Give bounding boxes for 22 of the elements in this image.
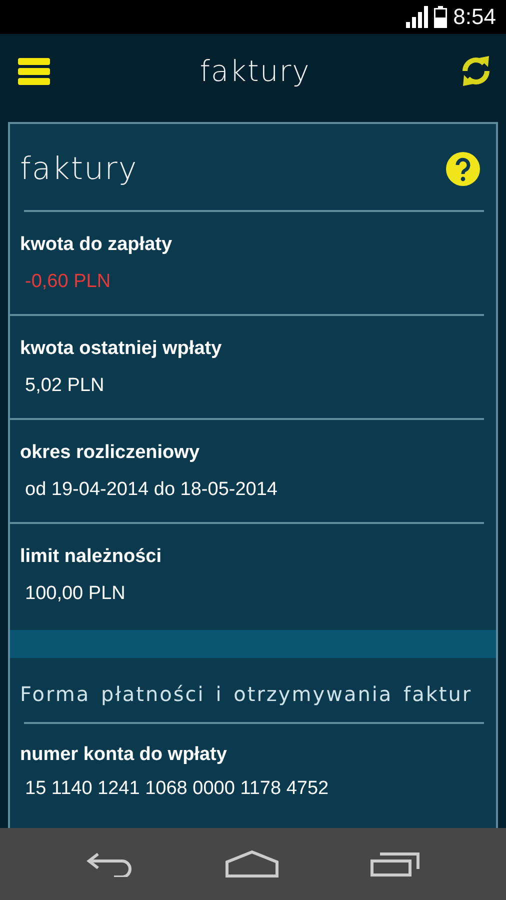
section-title: Forma płatności i otrzymywania faktur <box>19 681 474 708</box>
recent-apps-icon[interactable] <box>370 851 420 877</box>
card-title: faktury <box>20 151 138 187</box>
field-label: numer konta do wpłaty <box>20 744 228 766</box>
home-icon[interactable] <box>224 850 279 878</box>
app-title: faktury <box>200 54 310 88</box>
field-value: -0,60 PLN <box>24 271 112 293</box>
battery-icon <box>434 6 448 28</box>
back-icon[interactable] <box>86 851 134 877</box>
clock: 8:54 <box>453 4 496 30</box>
field-value: od 19-04-2014 do 18-05-2014 <box>24 479 278 501</box>
signal-icon <box>406 6 428 28</box>
field-label: kwota ostatniej wpłaty <box>20 338 223 360</box>
field-value: 5,02 PLN <box>24 375 106 397</box>
field-label: kwota do zapłaty <box>20 234 174 256</box>
field-label: okres rozliczeniowy <box>20 442 201 464</box>
field-value: 100,00 PLN <box>24 583 126 605</box>
field-label: limit należności <box>20 546 162 568</box>
help-icon[interactable] <box>446 152 480 186</box>
field-value: 15 1140 1241 1068 0000 1178 4752 <box>24 778 330 800</box>
menu-icon[interactable] <box>18 58 50 84</box>
refresh-icon[interactable] <box>460 54 492 88</box>
